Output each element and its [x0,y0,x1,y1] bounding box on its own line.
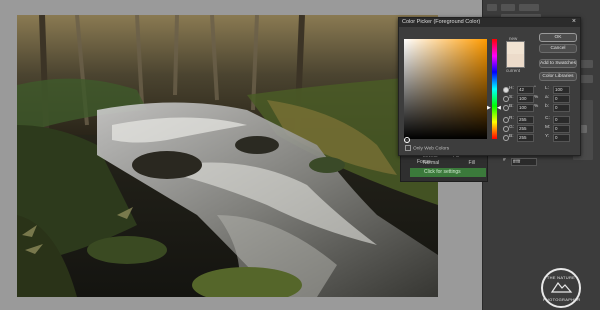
l-input[interactable]: 100 [553,86,570,94]
close-icon[interactable]: × [572,18,576,25]
b-input[interactable]: 100 [517,104,534,112]
lab-b-label: b: [545,104,550,109]
layers-row: Normal Fill [403,160,475,167]
color-picker-dialog: Color Picker (Foreground Color) × ▶ ◀ ne… [398,17,583,166]
s-input[interactable]: 100 [517,95,534,103]
b-unit: % [534,104,539,109]
y-input[interactable]: 0 [553,134,570,142]
r-label: R: [509,116,514,121]
layer-settings-row[interactable]: Click for settings [410,168,486,177]
logo-text-top: THE NATURE [546,275,576,280]
m-label: M: [545,125,551,130]
hex-label: # [503,158,506,163]
only-web-colors[interactable]: Only Web Colors [405,145,449,151]
hex-input[interactable]: ffffff [511,158,537,166]
field-row-r: R: 255 C: 0 [503,116,583,124]
add-to-swatches-button[interactable]: Add to Swatches [539,59,577,68]
l-label: L: [545,86,550,91]
current-color-swatch[interactable] [506,54,525,68]
current-label: current [506,68,521,73]
photographer-logo: THE NATURE PHOTOGRAPHER [541,268,581,308]
field-row-b: B: 100 % b: 0 [503,104,583,112]
layers-fill2[interactable]: Fill [469,160,475,166]
cancel-button[interactable]: Cancel [539,44,577,53]
g-input[interactable]: 255 [517,125,534,133]
field-row-h: H: 42 ° L: 100 [503,86,583,94]
panel-tab[interactable] [501,4,515,11]
r-input[interactable]: 255 [517,116,534,124]
h-label: H: [509,86,514,91]
ok-button[interactable]: OK [539,33,577,42]
color-libraries-button[interactable]: Color Libraries [539,72,577,81]
hue-arrow-right-icon[interactable]: ◀ [497,105,501,111]
a-input[interactable]: 0 [553,95,570,103]
logo-text-bottom: PHOTOGRAPHER [543,297,581,302]
photo-illustration [17,15,438,297]
picker-titlebar[interactable]: Color Picker (Foreground Color) × [399,18,580,27]
field-row-g: G: 255 M: 0 [503,125,583,133]
saturation-brightness-field[interactable] [404,39,487,139]
s-label: S: [509,95,514,100]
y-label: Y: [545,134,550,139]
picker-title: Color Picker (Foreground Color) [402,19,481,25]
panel-tab[interactable] [487,4,497,11]
web-colors-label: Only Web Colors [413,146,450,152]
hue-slider[interactable] [492,39,497,139]
field-row-s: S: 100 % a: 0 [503,95,583,103]
b-label: B: [509,104,514,109]
a-label: a: [545,95,550,100]
color-selector-circle[interactable] [404,137,410,143]
forest-stream-photo[interactable] [17,15,438,297]
panel-tab[interactable] [519,4,539,11]
blue-label: B: [509,134,514,139]
h-input[interactable]: 42 [517,86,534,94]
web-colors-checkbox[interactable] [405,145,411,151]
blue-input[interactable]: 255 [517,134,534,142]
c-input[interactable]: 0 [553,116,570,124]
c-label: C: [545,116,550,121]
g-label: G: [509,125,515,130]
m-input[interactable]: 0 [553,125,570,133]
lab-b-input[interactable]: 0 [553,104,570,112]
s-unit: % [534,95,539,100]
h-unit: ° [534,86,536,91]
hue-arrow-left-icon[interactable]: ▶ [487,105,491,111]
blend-mode[interactable]: Normal [423,160,439,166]
field-row-blue: B: 255 Y: 0 [503,134,583,142]
